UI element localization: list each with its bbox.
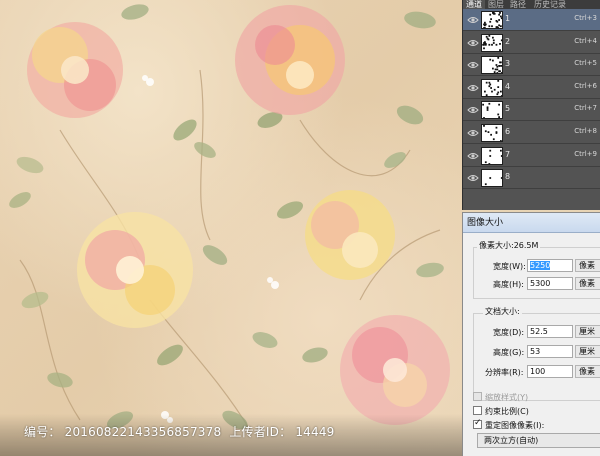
doc-height-label: 高度(G): bbox=[493, 348, 525, 357]
channel-name: 3 bbox=[505, 59, 511, 69]
pixel-width-field[interactable]: 5250 bbox=[527, 259, 573, 272]
panel-tab-bar: 通道 图层 路径 历史记录 bbox=[463, 0, 600, 9]
channel-row-1[interactable]: 1 Ctrl+3 bbox=[463, 9, 600, 31]
doc-width-label: 宽度(D): bbox=[493, 328, 525, 337]
peony-flower-middle-left bbox=[77, 212, 193, 328]
channel-row-7[interactable]: 7 Ctrl+9 bbox=[463, 145, 600, 167]
constrain-proportions-label: 约束比例(C) bbox=[485, 407, 529, 416]
pixel-width-label: 宽度(W): bbox=[493, 262, 526, 271]
document-size-label: 文档大小: bbox=[483, 306, 522, 317]
doc-height-unit-select[interactable]: 厘米 bbox=[575, 345, 600, 358]
scale-styles-label: 缩放样式(Y) bbox=[485, 393, 529, 402]
channel-shortcut: Ctrl+6 bbox=[574, 81, 597, 90]
resolution-unit-select[interactable]: 像素 bbox=[575, 365, 600, 378]
channel-row-4[interactable]: 4 Ctrl+6 bbox=[463, 77, 600, 99]
channel-thumbnail bbox=[481, 101, 503, 120]
visibility-eye-icon[interactable] bbox=[467, 83, 479, 93]
channel-thumbnail bbox=[481, 124, 503, 142]
doc-height-field[interactable]: 53 bbox=[527, 345, 573, 358]
channel-row-3[interactable]: 3 Ctrl+5 bbox=[463, 54, 600, 77]
scale-styles-checkbox[interactable] bbox=[473, 392, 482, 401]
channel-shortcut: Ctrl+9 bbox=[574, 149, 597, 158]
peony-flower-middle-right bbox=[305, 190, 395, 280]
pixel-dimensions-group bbox=[473, 247, 600, 299]
dialog-title: 图像大小 bbox=[463, 213, 600, 233]
channel-thumbnail bbox=[481, 169, 503, 188]
doc-width-unit-select[interactable]: 厘米 bbox=[575, 325, 600, 338]
pixel-height-field[interactable]: 5300 bbox=[527, 277, 573, 290]
resolution-field[interactable]: 100 bbox=[527, 365, 573, 378]
floral-pattern-artwork bbox=[9, 4, 450, 431]
channel-name: 1 bbox=[505, 14, 511, 23]
channel-name: 4 bbox=[505, 81, 511, 91]
pixel-height-label: 高度(H): bbox=[493, 280, 524, 289]
tab-history[interactable]: 历史记录 bbox=[531, 0, 569, 9]
visibility-eye-icon[interactable] bbox=[467, 151, 479, 161]
caption-id-value: 20160822143356857378 bbox=[64, 425, 222, 439]
channel-name: 7 bbox=[505, 149, 511, 159]
visibility-eye-icon[interactable] bbox=[467, 173, 479, 183]
channel-thumbnail bbox=[481, 146, 503, 165]
visibility-eye-icon[interactable] bbox=[467, 60, 479, 70]
caption-id-label: 编号： bbox=[24, 425, 61, 439]
visibility-eye-icon[interactable] bbox=[467, 105, 479, 115]
pixel-width-value: 5250 bbox=[530, 261, 551, 270]
channel-thumbnail bbox=[481, 78, 503, 97]
peony-flower-top-center bbox=[235, 5, 345, 115]
caption-uploader-label: 上传者ID： bbox=[229, 425, 292, 439]
image-size-dialog: 图像大小 像素大小:26.5M 宽度(W): 5250 像素 高度(H): 53… bbox=[462, 212, 600, 456]
pixel-width-unit-select[interactable]: 像素 bbox=[575, 259, 600, 272]
visibility-eye-icon[interactable] bbox=[467, 15, 479, 25]
caption-uploader-value: 14449 bbox=[295, 425, 335, 439]
channel-name: 6 bbox=[505, 127, 511, 136]
channel-name: 2 bbox=[505, 36, 511, 46]
channel-row-2[interactable]: 2 Ctrl+4 bbox=[463, 32, 600, 54]
pixel-height-unit-select[interactable]: 像素 bbox=[575, 277, 600, 290]
channel-name: 5 bbox=[505, 104, 511, 114]
resample-image-label: 重定图像像素(I): bbox=[485, 421, 545, 430]
channel-thumbnail bbox=[481, 11, 503, 29]
peony-flower-bottom-right bbox=[340, 315, 450, 425]
channels-panel: 通道 图层 路径 历史记录 1 Ctrl+3 2 Ctrl+4 3 Ctrl+5 4 Ctrl… bbox=[462, 0, 600, 210]
channel-thumbnail bbox=[481, 33, 503, 52]
tab-paths[interactable]: 路径 bbox=[507, 0, 529, 9]
tab-channels[interactable]: 通道 bbox=[463, 0, 485, 9]
resample-image-checkbox[interactable] bbox=[473, 418, 482, 429]
constrain-proportions-checkbox[interactable] bbox=[473, 406, 482, 415]
doc-width-field[interactable]: 52.5 bbox=[527, 325, 573, 338]
resample-method-select[interactable]: 两次立方(自动) bbox=[477, 433, 600, 448]
visibility-eye-icon[interactable] bbox=[467, 128, 479, 138]
channel-thumbnail bbox=[481, 56, 503, 75]
tab-layers[interactable]: 图层 bbox=[485, 0, 507, 9]
channel-shortcut: Ctrl+8 bbox=[574, 127, 597, 135]
peony-flower-top-left bbox=[27, 22, 123, 118]
channel-shortcut: Ctrl+3 bbox=[574, 14, 597, 22]
pixel-dimensions-label: 像素大小:26.5M bbox=[477, 240, 541, 251]
channel-name: 8 bbox=[505, 172, 511, 182]
channel-shortcut: Ctrl+7 bbox=[574, 104, 597, 113]
channel-row-6[interactable]: 6 Ctrl+8 bbox=[463, 122, 600, 144]
floral-image-canvas bbox=[0, 0, 462, 456]
channel-shortcut: Ctrl+4 bbox=[574, 36, 597, 45]
channel-row-8[interactable]: 8 bbox=[463, 167, 600, 190]
channel-shortcut: Ctrl+5 bbox=[574, 59, 597, 68]
resolution-label: 分辨率(R): bbox=[485, 368, 524, 377]
channel-row-5[interactable]: 5 Ctrl+7 bbox=[463, 99, 600, 122]
visibility-eye-icon[interactable] bbox=[467, 38, 479, 48]
watermark-caption: 编号： 20160822143356857378 上传者ID： 14449 bbox=[24, 423, 339, 440]
